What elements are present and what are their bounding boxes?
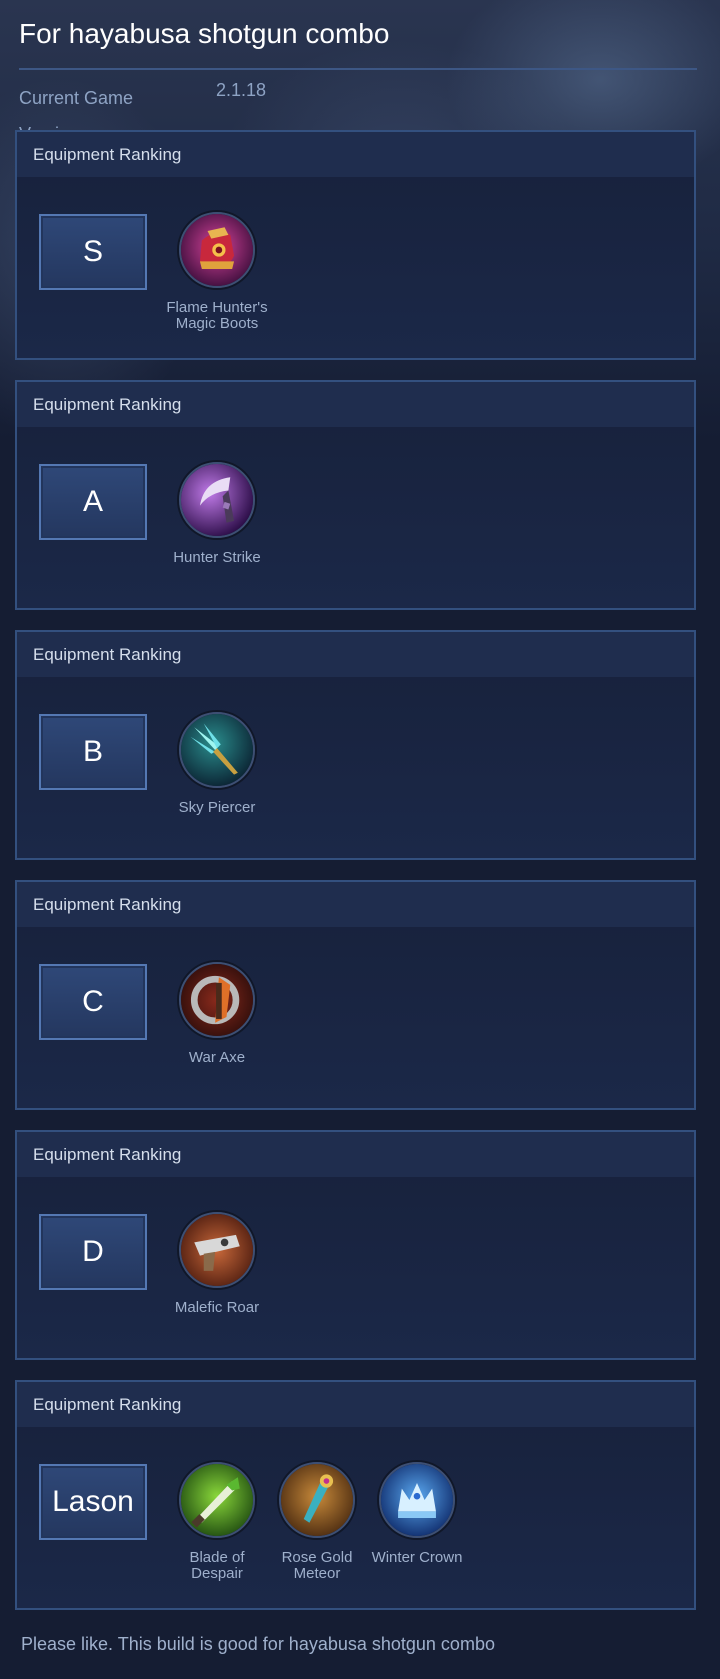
tier-list: Equipment Ranking S Flame Hunter's Magic…	[15, 130, 696, 1630]
item-hunter-strike[interactable]: Hunter Strike	[167, 462, 267, 566]
item-name: Flame Hunter's Magic Boots	[166, 299, 268, 332]
blade-of-despair-icon	[179, 1462, 255, 1538]
header-divider	[19, 68, 697, 70]
item-name: War Axe	[188, 1049, 246, 1066]
tier-header: Equipment Ranking	[17, 1132, 694, 1177]
item-list: Flame Hunter's Magic Boots	[166, 212, 268, 332]
rose-gold-meteor-icon	[279, 1462, 355, 1538]
tier-panel-b: Equipment Ranking B Sky Piercer	[15, 630, 696, 860]
item-malefic-roar[interactable]: Malefic Roar	[167, 1212, 267, 1316]
malefic-roar-icon	[179, 1212, 255, 1288]
item-name: Rose Gold Meteor	[281, 1549, 353, 1582]
grade-badge: D	[39, 1214, 147, 1290]
sky-piercer-icon	[179, 712, 255, 788]
tier-panel-d: Equipment Ranking D Malefic Roar	[15, 1130, 696, 1360]
page-title: For hayabusa shotgun combo	[19, 18, 390, 49]
item-list: Sky Piercer	[167, 712, 267, 816]
war-axe-icon	[179, 962, 255, 1038]
tier-header: Equipment Ranking	[17, 1382, 694, 1427]
grade-badge: Lason	[39, 1464, 147, 1540]
item-name: Winter Crown	[371, 1549, 463, 1566]
item-winter-crown[interactable]: Winter Crown	[367, 1462, 467, 1582]
version-value: 2.1.18	[216, 80, 267, 100]
item-flame-hunters-magic-boots[interactable]: Flame Hunter's Magic Boots	[166, 212, 268, 332]
grade-badge: A	[39, 464, 147, 540]
item-sky-piercer[interactable]: Sky Piercer	[167, 712, 267, 816]
grade-badge: C	[39, 964, 147, 1040]
tier-panel-s: Equipment Ranking S Flame Hunter's Magic…	[15, 130, 696, 360]
tier-header: Equipment Ranking	[17, 132, 694, 177]
item-blade-of-despair[interactable]: Blade of Despair	[167, 1462, 267, 1582]
grade-badge: B	[39, 714, 147, 790]
item-list: Hunter Strike	[167, 462, 267, 566]
item-rose-gold-meteor[interactable]: Rose Gold Meteor	[267, 1462, 367, 1582]
tier-panel-lason: Equipment Ranking Lason Blade of Despair	[15, 1380, 696, 1610]
item-list: Malefic Roar	[167, 1212, 267, 1316]
grade-badge: S	[39, 214, 147, 290]
item-name: Malefic Roar	[174, 1299, 260, 1316]
tier-panel-c: Equipment Ranking C War Axe	[15, 880, 696, 1110]
item-name: Hunter Strike	[173, 549, 261, 566]
item-list: Blade of Despair Rose Gold Meteor Winter…	[167, 1462, 467, 1582]
item-name: Sky Piercer	[178, 799, 256, 816]
item-name: Blade of Despair	[189, 1549, 245, 1582]
footer-note: Please like. This build is good for haya…	[21, 1634, 495, 1654]
item-war-axe[interactable]: War Axe	[167, 962, 267, 1066]
item-list: War Axe	[167, 962, 267, 1066]
tier-panel-a: Equipment Ranking A Hunter Strike	[15, 380, 696, 610]
tier-header: Equipment Ranking	[17, 382, 694, 427]
tier-header: Equipment Ranking	[17, 882, 694, 927]
flame-hunter-boots-icon	[179, 212, 255, 288]
winter-crown-icon	[379, 1462, 455, 1538]
tier-header: Equipment Ranking	[17, 632, 694, 677]
hunter-strike-icon	[179, 462, 255, 538]
page-header: For hayabusa shotgun combo Current Game …	[0, 0, 720, 144]
